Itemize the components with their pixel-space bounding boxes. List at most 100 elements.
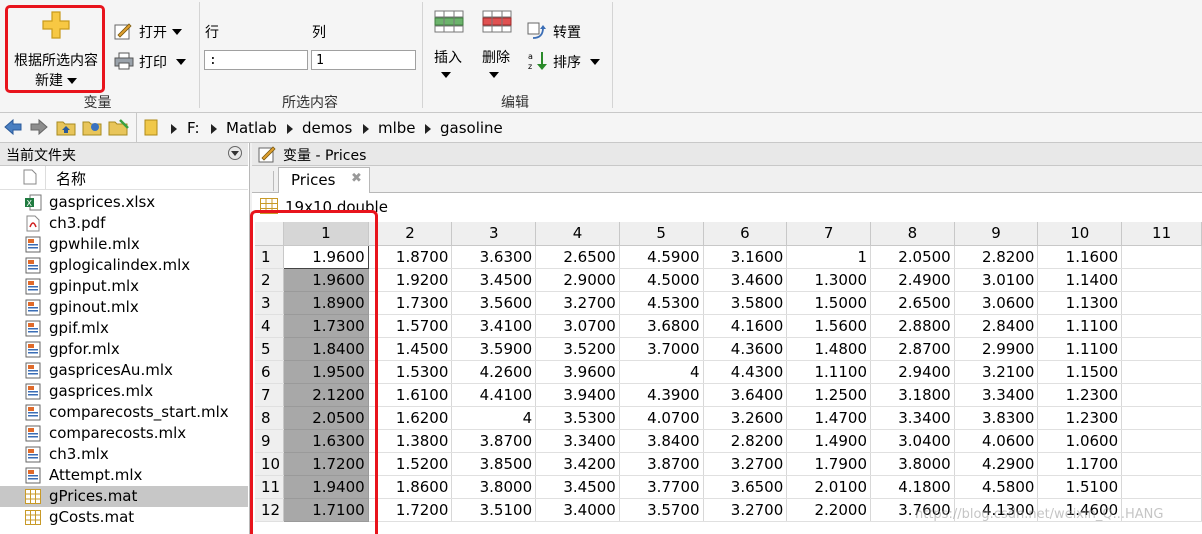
tab-prices[interactable]: Prices ✖ [278, 167, 370, 193]
table-cell[interactable]: 2.8700 [870, 337, 955, 361]
table-cell[interactable]: 1 [786, 245, 871, 269]
table-cell[interactable]: 3.7000 [619, 337, 704, 361]
insert-button[interactable]: 插入 [430, 8, 470, 84]
file-list-item[interactable]: Attempt.mlx [0, 465, 248, 486]
table-cell[interactable] [1121, 452, 1202, 476]
table-cell[interactable]: 3.4000 [535, 498, 620, 522]
column-header[interactable]: 11 [1121, 222, 1202, 246]
table-cell[interactable]: 3.1600 [703, 245, 788, 269]
path-segment[interactable]: Matlab [226, 119, 277, 137]
table-cell[interactable] [1121, 314, 1202, 338]
table-cell[interactable]: 2.4900 [870, 268, 955, 292]
path-segment[interactable]: F: [187, 119, 200, 137]
table-cell[interactable]: 3.6300 [451, 245, 537, 269]
table-cell[interactable]: 4.3600 [703, 337, 788, 361]
table-cell[interactable]: 1.2300 [1037, 383, 1123, 407]
table-cell[interactable]: 1.1100 [1037, 314, 1123, 338]
file-list-item[interactable]: ch3.mlx [0, 444, 248, 465]
table-cell[interactable]: 2.8400 [954, 314, 1039, 338]
back-arrow-icon[interactable] [4, 118, 22, 136]
table-cell[interactable]: 2.8800 [870, 314, 955, 338]
file-list-item[interactable]: gasprices.mlx [0, 381, 248, 402]
table-cell[interactable]: 4.4300 [703, 360, 788, 384]
table-cell[interactable]: 1.1300 [1037, 291, 1123, 315]
table-cell[interactable]: 2.2000 [786, 498, 871, 522]
panel-menu-icon[interactable] [228, 146, 242, 160]
table-cell[interactable] [1121, 337, 1202, 361]
table-cell[interactable]: 3.1800 [870, 383, 955, 407]
table-cell[interactable]: 3.6800 [619, 314, 704, 338]
column-header[interactable]: 8 [870, 222, 955, 246]
file-list-item[interactable]: ch3.pdf [0, 213, 248, 234]
table-cell[interactable]: 1.9200 [368, 268, 453, 292]
table-cell[interactable]: 3.3400 [535, 429, 620, 453]
browse-folder-icon[interactable] [82, 118, 102, 136]
table-cell[interactable]: 3.6400 [703, 383, 788, 407]
table-cell[interactable]: 4.5900 [619, 245, 704, 269]
up-folder-icon[interactable] [56, 118, 76, 136]
file-list-item[interactable]: gaspricesAu.mlx [0, 360, 248, 381]
table-cell[interactable]: 3.4500 [535, 475, 620, 499]
close-icon[interactable]: ✖ [351, 171, 362, 186]
table-cell[interactable]: 4.5000 [619, 268, 704, 292]
table-cell[interactable]: 3.3400 [954, 383, 1039, 407]
table-cell[interactable]: 3.7700 [619, 475, 704, 499]
table-cell[interactable] [1121, 475, 1202, 499]
file-list-item[interactable]: gPrices.mat [0, 486, 248, 507]
table-cell[interactable]: 4.3900 [619, 383, 704, 407]
table-cell[interactable]: 1.1100 [1037, 337, 1123, 361]
table-cell[interactable]: 2.0500 [870, 245, 955, 269]
file-list-item[interactable]: gpinput.mlx [0, 276, 248, 297]
table-cell[interactable]: 3.0600 [954, 291, 1039, 315]
table-cell[interactable]: 4 [451, 406, 537, 430]
table-cell[interactable] [1121, 291, 1202, 315]
file-list-item[interactable]: Xgasprices.xlsx [0, 192, 248, 213]
table-cell[interactable]: 2.9000 [535, 268, 620, 292]
col-range-input[interactable]: 1 [311, 50, 416, 70]
table-cell[interactable]: 1.3000 [786, 268, 871, 292]
table-cell[interactable]: 1.7200 [368, 498, 453, 522]
table-cell[interactable] [1121, 406, 1202, 430]
file-list-item[interactable]: gplogicalindex.mlx [0, 255, 248, 276]
table-cell[interactable]: 1.5200 [368, 452, 453, 476]
table-cell[interactable]: 3.8300 [954, 406, 1039, 430]
table-cell[interactable]: 1.8700 [368, 245, 453, 269]
table-cell[interactable]: 3.8000 [451, 475, 537, 499]
table-cell[interactable]: 3.2700 [703, 452, 788, 476]
table-cell[interactable]: 1.3800 [368, 429, 453, 453]
table-cell[interactable]: 2.0100 [786, 475, 871, 499]
column-header[interactable]: 10 [1037, 222, 1123, 246]
table-cell[interactable]: 3.9400 [535, 383, 620, 407]
column-header[interactable]: 3 [451, 222, 537, 246]
table-cell[interactable]: 1.4500 [368, 337, 453, 361]
table-cell[interactable]: 3.5700 [619, 498, 704, 522]
table-cell[interactable]: 3.5200 [535, 337, 620, 361]
table-cell[interactable]: 3.5100 [451, 498, 537, 522]
forward-arrow-icon[interactable] [30, 118, 48, 136]
table-cell[interactable]: 3.2700 [703, 498, 788, 522]
table-cell[interactable] [1121, 245, 1202, 269]
table-cell[interactable]: 3.8400 [619, 429, 704, 453]
file-list-item[interactable]: gpinout.mlx [0, 297, 248, 318]
table-cell[interactable]: 1.1100 [786, 360, 871, 384]
table-cell[interactable]: 3.4200 [535, 452, 620, 476]
table-cell[interactable]: 3.3400 [870, 406, 955, 430]
column-header[interactable]: 5 [619, 222, 704, 246]
path-segment[interactable]: gasoline [440, 119, 503, 137]
table-cell[interactable]: 2.9900 [954, 337, 1039, 361]
file-list-item[interactable]: comparecosts.mlx [0, 423, 248, 444]
table-cell[interactable]: 1.1400 [1037, 268, 1123, 292]
table-cell[interactable]: 3.8700 [619, 452, 704, 476]
table-cell[interactable]: 3.8000 [870, 452, 955, 476]
table-cell[interactable]: 3.4100 [451, 314, 537, 338]
table-cell[interactable]: 1.0600 [1037, 429, 1123, 453]
table-cell[interactable]: 3.8700 [451, 429, 537, 453]
table-cell[interactable]: 4.1600 [703, 314, 788, 338]
column-header[interactable]: 9 [954, 222, 1039, 246]
table-cell[interactable]: 2.9400 [870, 360, 955, 384]
file-list-item[interactable]: gCosts.mat [0, 507, 248, 528]
table-cell[interactable]: 4.5300 [619, 291, 704, 315]
search-folder-icon[interactable] [108, 118, 130, 136]
table-cell[interactable]: 4.1800 [870, 475, 955, 499]
table-cell[interactable]: 3.4500 [451, 268, 537, 292]
